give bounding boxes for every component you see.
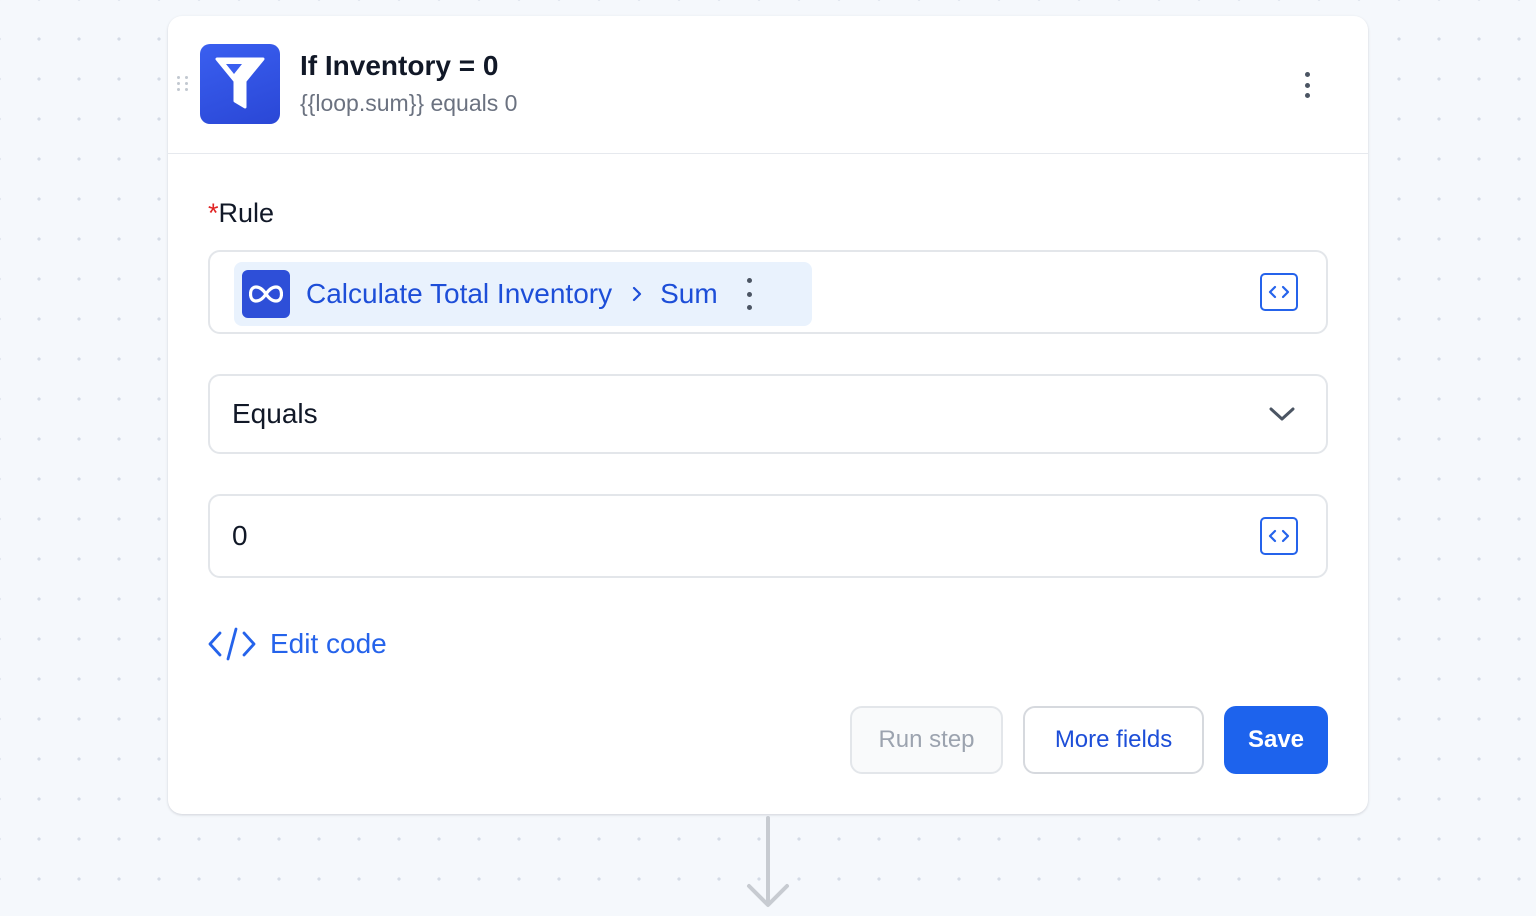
value-input[interactable]: 0 bbox=[208, 494, 1328, 578]
filter-funnel-icon bbox=[200, 44, 280, 124]
chevron-down-icon bbox=[1269, 407, 1295, 421]
code-toggle-icon[interactable] bbox=[1260, 273, 1298, 311]
edit-code-link[interactable]: Edit code bbox=[208, 624, 387, 664]
variable-chip[interactable]: Calculate Total Inventory Sum bbox=[234, 262, 812, 326]
rule-label: *Rule bbox=[208, 198, 274, 229]
chip-source-label: Calculate Total Inventory bbox=[306, 278, 613, 309]
edit-code-label: Edit code bbox=[270, 628, 387, 659]
drag-handle-icon[interactable] bbox=[177, 76, 191, 94]
operator-selected-value: Equals bbox=[232, 398, 318, 429]
run-step-button[interactable]: Run step bbox=[850, 706, 1003, 774]
arrow-down-icon bbox=[747, 816, 789, 907]
step-card: If Inventory = 0 {{loop.sum}} equals 0 *… bbox=[168, 16, 1368, 814]
loop-infinity-icon bbox=[242, 270, 290, 318]
step-header: If Inventory = 0 {{loop.sum}} equals 0 bbox=[168, 16, 1368, 154]
chip-field-label: Sum bbox=[660, 278, 718, 309]
rule-label-text: Rule bbox=[218, 198, 275, 228]
rule-input[interactable]: Calculate Total Inventory Sum bbox=[208, 250, 1328, 334]
step-subtitle: {{loop.sum}} equals 0 bbox=[300, 90, 518, 116]
required-marker: * bbox=[208, 198, 219, 228]
save-button[interactable]: Save bbox=[1224, 706, 1328, 774]
code-brackets-icon bbox=[208, 627, 256, 661]
value-text: 0 bbox=[232, 520, 248, 551]
operator-select[interactable]: Equals bbox=[208, 374, 1328, 454]
chip-menu-icon[interactable] bbox=[746, 278, 754, 310]
more-fields-button[interactable]: More fields bbox=[1023, 706, 1204, 774]
step-menu-icon[interactable] bbox=[1295, 68, 1319, 102]
chevron-right-icon bbox=[628, 285, 646, 303]
code-toggle-icon[interactable] bbox=[1260, 517, 1298, 555]
step-title: If Inventory = 0 bbox=[300, 50, 499, 81]
